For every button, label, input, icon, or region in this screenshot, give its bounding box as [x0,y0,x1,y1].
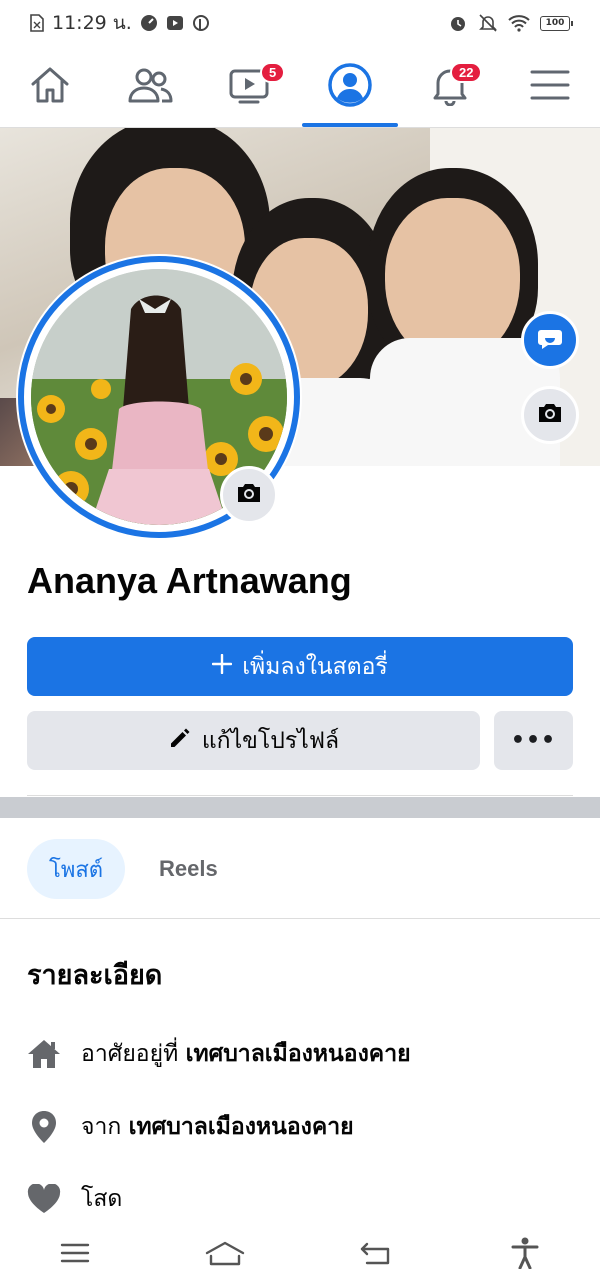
tab-profile[interactable] [300,46,400,127]
camera-icon [235,481,263,509]
notifications-badge: 22 [450,62,483,83]
more-icon: ••• [510,728,557,753]
details-heading: รายละเอียด [27,960,163,991]
edit-profile-button[interactable]: แก้ไขโปรไฟล์ [27,711,480,770]
top-nav: 5 22 [0,46,600,128]
add-to-story-label: เพิ่มลงในสตอรี่ [242,653,388,680]
tab-watch[interactable]: 5 [200,46,300,127]
from-prefix: จาก [81,1114,122,1140]
edit-cover-button[interactable] [521,386,579,444]
home-icon [29,65,71,109]
camera-icon [536,401,564,429]
friends-icon [127,65,173,109]
pencil-icon [168,726,192,756]
lives-in-value[interactable]: เทศบาลเมืองหนองคาย [186,1041,411,1067]
speed-icon [140,14,158,32]
recent-apps-button[interactable] [45,1230,105,1280]
lives-in-prefix: อาศัยอยู่ที่ [81,1041,179,1067]
status-bar: 11:29 น. 100 [0,0,600,46]
system-navigation-bar [0,1222,600,1287]
sim-icon [30,14,44,32]
more-options-button[interactable]: ••• [494,711,573,770]
add-to-story-button[interactable]: เพิ่มลงในสตอรี่ [27,637,573,696]
profile-icon [327,62,373,112]
content-tabs: โพสต์ Reels [27,839,230,899]
recents-icon [60,1242,90,1268]
divider [0,918,600,919]
from-value[interactable]: เทศบาลเมืองหนองคาย [129,1114,354,1140]
mute-icon [478,13,498,33]
alarm-icon [448,13,468,33]
detail-relationship: โสด [27,1181,122,1217]
profile-name: Ananya Artnawang [27,560,352,601]
edit-profile-label: แก้ไขโปรไฟล์ [201,727,340,754]
section-separator [0,797,600,818]
avatar-studio-button[interactable] [521,311,579,369]
plus-icon [211,653,233,680]
wifi-icon [508,14,530,32]
tab-friends[interactable] [100,46,200,127]
tab-posts[interactable]: โพสต์ [27,839,126,899]
back-icon [359,1240,391,1270]
youtube-icon [166,14,184,32]
tab-reels[interactable]: Reels [147,839,230,899]
tab-home[interactable] [0,46,100,127]
home-outline-icon [204,1240,246,1270]
relationship-status: โสด [81,1186,123,1212]
heart-icon [27,1182,61,1216]
pinterest-icon [192,14,210,32]
edit-profile-picture-button[interactable] [220,466,278,524]
detail-lives-in: อาศัยอยู่ที่ เทศบาลเมืองหนองคาย [27,1036,411,1072]
detail-from: จาก เทศบาลเมืองหนองคาย [27,1109,354,1145]
accessibility-icon [511,1237,539,1273]
home-button[interactable] [195,1230,255,1280]
menu-icon [530,68,570,106]
status-time: 11:29 น. [52,12,132,34]
tab-notifications[interactable]: 22 [400,46,500,127]
back-button[interactable] [345,1230,405,1280]
avatar-icon [536,324,564,356]
tab-menu[interactable] [500,46,600,127]
battery-indicator: 100 [540,15,573,31]
house-icon [27,1037,61,1071]
divider [27,795,573,796]
accessibility-button[interactable] [495,1230,555,1280]
location-pin-icon [27,1110,61,1144]
watch-badge: 5 [260,62,286,83]
